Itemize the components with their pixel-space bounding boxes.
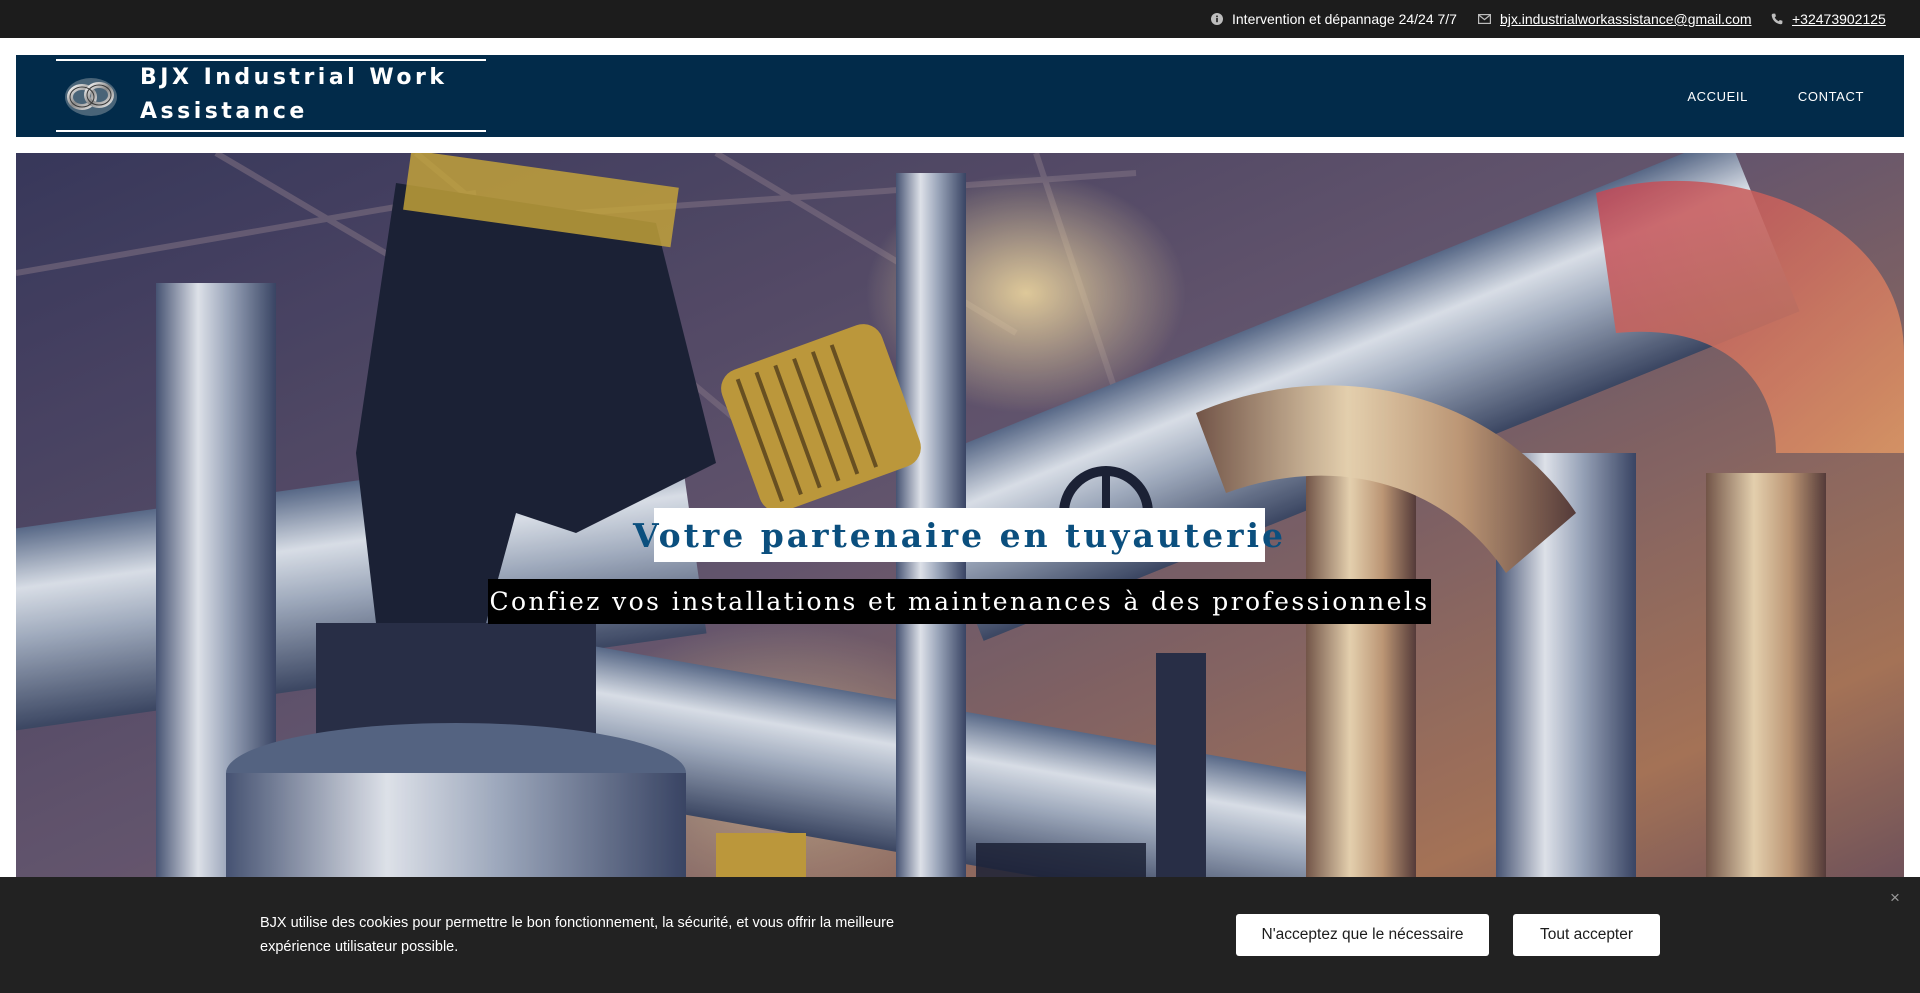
info-icon — [1210, 13, 1223, 26]
site-title-line2: Assistance — [140, 99, 308, 124]
accept-necessary-button[interactable]: N'acceptez que le nécessaire — [1236, 914, 1489, 956]
nav-item-contact[interactable]: CONTACT — [1798, 89, 1864, 104]
site-header: BJX Industrial Work Assistance ACCUEIL C… — [16, 55, 1904, 137]
hero-title-box: Votre partenaire en tuyauterie — [633, 508, 1283, 562]
hero-subtitle: Confiez vos installations et maintenance… — [489, 587, 1430, 616]
phone-link[interactable]: +32473902125 — [1792, 11, 1886, 27]
intervention-info: Intervention et dépannage 24/24 7/7 — [1210, 0, 1457, 38]
cookie-banner: BJX utilise des cookies pour permettre l… — [0, 877, 1920, 993]
email-link[interactable]: bjx.industrialworkassistance@gmail.com — [1500, 11, 1752, 27]
main-nav: ACCUEIL CONTACT — [1687, 55, 1864, 137]
email-contact[interactable]: bjx.industrialworkassistance@gmail.com — [1478, 0, 1752, 38]
site-title[interactable]: BJX Industrial Work Assistance — [140, 61, 470, 129]
hero-background-image — [16, 153, 1904, 993]
phone-contact[interactable]: +32473902125 — [1770, 0, 1886, 38]
phone-icon — [1770, 13, 1783, 26]
intervention-text: Intervention et dépannage 24/24 7/7 — [1232, 11, 1457, 27]
nav-item-accueil[interactable]: ACCUEIL — [1687, 89, 1748, 104]
mail-icon — [1478, 13, 1491, 26]
hero-subtitle-box: Confiez vos installations et maintenance… — [488, 579, 1431, 624]
top-bar: Intervention et dépannage 24/24 7/7 bjx.… — [0, 0, 1920, 38]
hero-section: Votre partenaire en tuyauterie Confiez v… — [16, 153, 1904, 993]
hero-title: Votre partenaire en tuyauterie — [633, 515, 1286, 555]
site-title-line1: BJX Industrial Work — [140, 65, 448, 90]
close-icon[interactable]: × — [1887, 889, 1903, 906]
logo-icon — [62, 71, 120, 119]
brand[interactable]: BJX Industrial Work Assistance — [56, 59, 486, 132]
accept-all-button[interactable]: Tout accepter — [1513, 914, 1660, 956]
cookie-text: BJX utilise des cookies pour permettre l… — [260, 915, 895, 955]
